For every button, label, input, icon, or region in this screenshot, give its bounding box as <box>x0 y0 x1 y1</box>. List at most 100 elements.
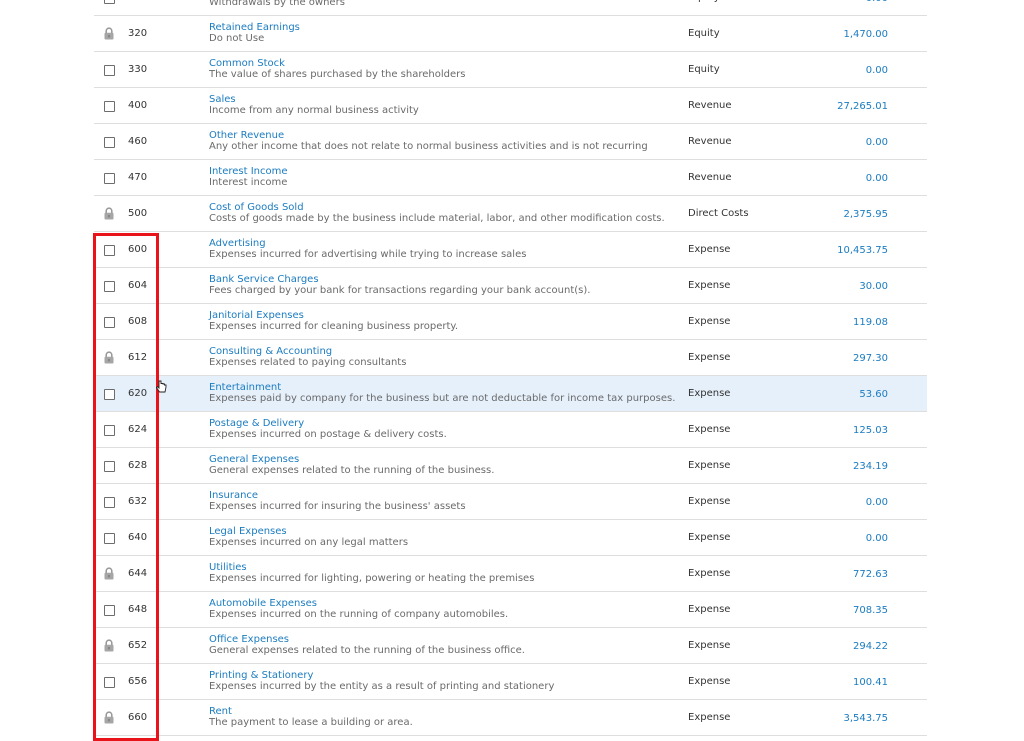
account-name-link[interactable]: Utilities <box>209 562 247 573</box>
row-checkbox[interactable] <box>104 497 115 508</box>
account-description: Withdrawals by the owners <box>209 0 345 8</box>
row-checkbox[interactable] <box>104 173 115 184</box>
table-row[interactable]: 612 Consulting & Accounting Expenses relat… <box>94 340 927 376</box>
table-row[interactable]: 330 Common Stock The value of shares purch… <box>94 52 927 88</box>
account-balance-link[interactable]: 3,543.75 <box>843 713 888 724</box>
hand-cursor-icon <box>155 380 167 393</box>
account-balance-link[interactable]: 234.19 <box>853 461 888 472</box>
table-row[interactable]: 656 Printing & Stationery Expenses incurre… <box>94 664 927 700</box>
account-name-link[interactable]: Office Expenses <box>209 634 289 645</box>
table-row[interactable]: 648 Automobile Expenses Expenses incurred … <box>94 592 927 628</box>
account-balance-link[interactable]: 772.63 <box>853 569 888 580</box>
account-name-link[interactable]: Bank Service Charges <box>209 274 319 285</box>
row-checkbox[interactable] <box>104 65 115 76</box>
table-row[interactable]: 3xx Withdrawals by the owners Equity 0.00 <box>94 0 927 16</box>
account-balance-link[interactable]: 30.00 <box>859 281 888 292</box>
account-balance-link[interactable]: 0.00 <box>866 137 888 148</box>
account-type: Expense <box>688 604 731 615</box>
row-checkbox[interactable] <box>104 461 115 472</box>
table-row[interactable]: 400 Sales Income from any normal business … <box>94 88 927 124</box>
account-balance-link[interactable]: 10,453.75 <box>837 245 888 256</box>
account-description: Expenses incurred for cleaning business … <box>209 321 459 332</box>
account-balance-link[interactable]: 294.22 <box>853 641 888 652</box>
account-name-link[interactable]: Sales <box>209 94 236 105</box>
row-checkbox[interactable] <box>104 137 115 148</box>
account-balance-link[interactable]: 0.00 <box>866 173 888 184</box>
account-balance-link[interactable]: 0.00 <box>866 533 888 544</box>
account-type: Expense <box>688 316 731 327</box>
account-description: General expenses related to the running … <box>209 645 525 656</box>
row-checkbox[interactable] <box>104 0 115 4</box>
account-balance-link[interactable]: 0.00 <box>866 497 888 508</box>
row-checkbox[interactable] <box>104 389 115 400</box>
table-row[interactable]: 608 Janitorial Expenses Expenses incurred … <box>94 304 927 340</box>
account-type: Expense <box>688 676 731 687</box>
account-code: 632 <box>128 496 148 507</box>
table-row[interactable]: 652 Office Expenses General expenses relat… <box>94 628 927 664</box>
table-row[interactable]: 644 Utilities Expenses incurred for lighti… <box>94 556 927 592</box>
account-name-link[interactable]: Consulting & Accounting <box>209 346 332 357</box>
row-checkbox[interactable] <box>104 317 115 328</box>
account-name-link[interactable]: Janitorial Expenses <box>209 310 304 321</box>
account-code: 648 <box>128 604 148 615</box>
account-balance-link[interactable]: 119.08 <box>853 317 888 328</box>
row-checkbox[interactable] <box>104 677 115 688</box>
account-balance-link[interactable]: 708.35 <box>853 605 888 616</box>
lock-icon <box>103 639 115 652</box>
account-code: 330 <box>128 64 148 75</box>
row-checkbox[interactable] <box>104 425 115 436</box>
account-code: 608 <box>128 316 148 327</box>
table-row[interactable]: 500 Cost of Goods Sold Costs of goods made… <box>94 196 927 232</box>
table-row[interactable]: 604 Bank Service Charges Fees charged by y… <box>94 268 927 304</box>
account-balance-link[interactable]: 0.00 <box>866 65 888 76</box>
account-name-link[interactable]: Common Stock <box>209 58 285 69</box>
row-checkbox[interactable] <box>104 245 115 256</box>
account-name-link[interactable]: Legal Expenses <box>209 526 287 537</box>
table-row[interactable]: 660 Rent The payment to lease a building o… <box>94 700 927 736</box>
account-name-link[interactable]: General Expenses <box>209 454 299 465</box>
account-name-link[interactable]: Automobile Expenses <box>209 598 317 609</box>
account-type: Expense <box>688 712 731 723</box>
table-row[interactable]: 460 Other Revenue Any other income that do… <box>94 124 927 160</box>
account-description: Expenses incurred on the running of comp… <box>209 609 509 620</box>
account-name-link[interactable]: Rent <box>209 706 232 717</box>
table-row[interactable]: 470 Interest Income Interest income Revenue… <box>94 160 927 196</box>
table-row[interactable]: 600 Advertising Expenses incurred for adve… <box>94 232 927 268</box>
account-name-link[interactable]: Entertainment <box>209 382 281 393</box>
account-code: 3xx <box>128 0 146 3</box>
account-balance-link[interactable]: 0.00 <box>866 0 888 4</box>
account-description: Fees charged by your bank for transactio… <box>209 285 591 296</box>
account-name-link[interactable]: Cost of Goods Sold <box>209 202 304 213</box>
account-name-link[interactable]: Interest Income <box>209 166 288 177</box>
account-name-link[interactable]: Other Revenue <box>209 130 284 141</box>
account-description: Expenses paid by company for the busines… <box>209 393 676 404</box>
row-checkbox[interactable] <box>104 281 115 292</box>
account-code: 460 <box>128 136 148 147</box>
table-row[interactable]: 640 Legal Expenses Expenses incurred on an… <box>94 520 927 556</box>
account-type: Expense <box>688 640 731 651</box>
account-balance-link[interactable]: 27,265.01 <box>837 101 888 112</box>
account-name-link[interactable]: Advertising <box>209 238 266 249</box>
account-balance-link[interactable]: 53.60 <box>859 389 888 400</box>
account-balance-link[interactable]: 125.03 <box>853 425 888 436</box>
account-balance-link[interactable]: 100.41 <box>853 677 888 688</box>
account-description: Expenses incurred for lighting, powering… <box>209 573 535 584</box>
account-name-link[interactable]: Postage & Delivery <box>209 418 304 429</box>
account-balance-link[interactable]: 297.30 <box>853 353 888 364</box>
row-checkbox[interactable] <box>104 605 115 616</box>
account-balance-link[interactable]: 2,375.95 <box>843 209 888 220</box>
account-type: Expense <box>688 352 731 363</box>
table-row[interactable]: 320 Retained Earnings Do not Use Equity 1,47… <box>94 16 927 52</box>
account-name-link[interactable]: Retained Earnings <box>209 22 300 33</box>
account-name-link[interactable]: Insurance <box>209 490 258 501</box>
row-checkbox[interactable] <box>104 533 115 544</box>
account-code: 628 <box>128 460 148 471</box>
lock-icon <box>103 351 115 364</box>
account-balance-link[interactable]: 1,470.00 <box>843 29 888 40</box>
row-checkbox[interactable] <box>104 101 115 112</box>
table-row[interactable]: 620 Entertainment Expenses paid by company… <box>94 376 927 412</box>
table-row[interactable]: 632 Insurance Expenses incurred for insuri… <box>94 484 927 520</box>
table-row[interactable]: 628 General Expenses General expenses rela… <box>94 448 927 484</box>
table-row[interactable]: 624 Postage & Delivery Expenses incurred o… <box>94 412 927 448</box>
account-name-link[interactable]: Printing & Stationery <box>209 670 313 681</box>
